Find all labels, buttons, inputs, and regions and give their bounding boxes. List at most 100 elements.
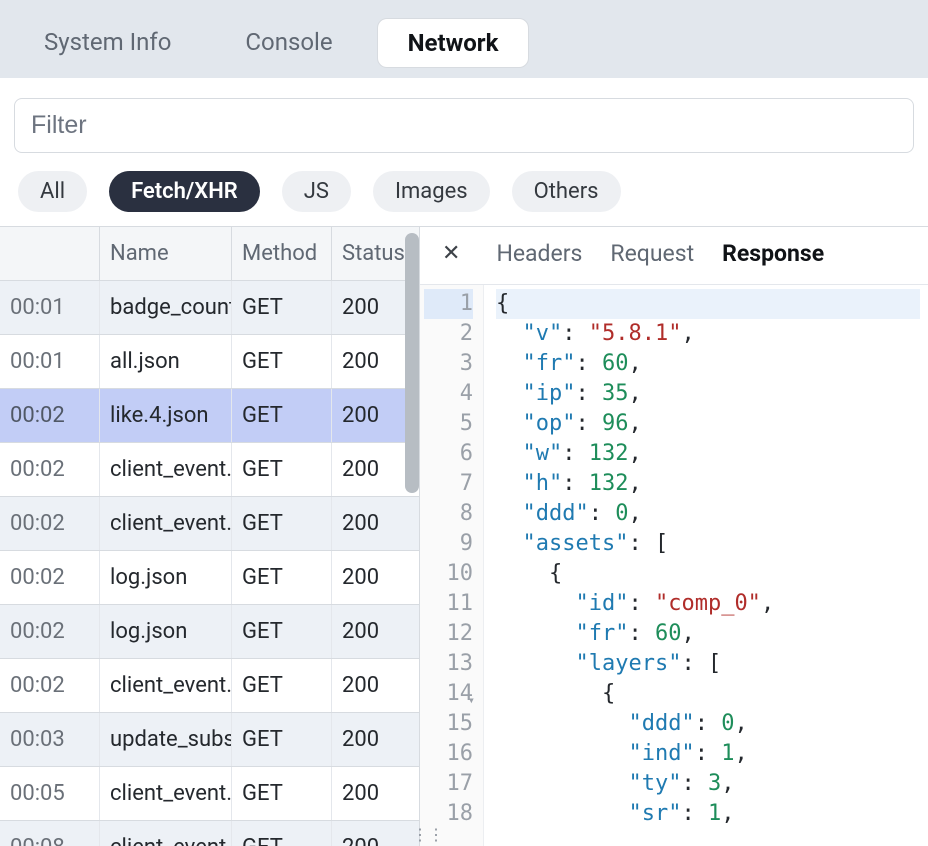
code-line: { <box>496 559 920 589</box>
devtools-window: System Info Console Network All Fetch/XHR JS… <box>0 0 928 846</box>
code-line: { <box>496 289 920 319</box>
cell-method: GET <box>232 281 332 334</box>
close-icon[interactable]: ✕ <box>434 239 468 268</box>
cell-status: 200 <box>332 497 419 550</box>
code-line: "ind": 1, <box>496 739 920 769</box>
col-name[interactable]: Name <box>100 227 232 280</box>
code-line: "ddd": 0, <box>496 499 920 529</box>
cell-time: 00:02 <box>0 605 100 658</box>
cell-method: GET <box>232 335 332 388</box>
cell-time: 00:01 <box>0 335 100 388</box>
line-number: 10 <box>424 559 473 589</box>
code-line: "sr": 1, <box>496 799 920 829</box>
request-table-header: Name Method Status <box>0 227 419 280</box>
cell-time: 00:02 <box>0 389 100 442</box>
filter-pill-others[interactable]: Others <box>512 171 621 212</box>
cell-status: 200 <box>332 767 419 820</box>
table-row[interactable]: 00:01all.jsonGET200 <box>0 334 419 388</box>
cell-time: 00:02 <box>0 497 100 550</box>
code-line: "ty": 3, <box>496 769 920 799</box>
tab-network[interactable]: Network <box>377 18 530 68</box>
line-gutter: 1234567891011121314▾15161718 <box>420 285 484 846</box>
code-line: "id": "comp_0", <box>496 589 920 619</box>
response-body: 1234567891011121314▾15161718 { "v": "5.8… <box>420 285 928 846</box>
content-split: Name Method Status 00:01badge_countGET20… <box>0 226 928 846</box>
tab-system-info[interactable]: System Info <box>14 18 201 68</box>
table-row[interactable]: 00:02client_event.GET200 <box>0 442 419 496</box>
line-number: 3 <box>424 349 473 379</box>
table-row[interactable]: 00:02client_event.GET200 <box>0 496 419 550</box>
cell-method: GET <box>232 821 332 846</box>
line-number: 14▾ <box>424 679 473 709</box>
filter-pill-images[interactable]: Images <box>373 171 490 212</box>
main-tabs-bar: System Info Console Network <box>0 0 928 78</box>
cell-name: client_event. <box>100 497 232 550</box>
code-line: "v": "5.8.1", <box>496 319 920 349</box>
cell-name: update_subs <box>100 713 232 766</box>
type-filter-bar: All Fetch/XHR JS Images Others <box>0 163 928 226</box>
request-list-pane: Name Method Status 00:01badge_countGET20… <box>0 227 420 846</box>
line-number: 17 <box>424 769 473 799</box>
line-number: 7 <box>424 469 473 499</box>
cell-time: 00:02 <box>0 659 100 712</box>
cell-method: GET <box>232 605 332 658</box>
col-time[interactable] <box>0 227 100 280</box>
cell-status: 200 <box>332 605 419 658</box>
table-row[interactable]: 00:08client_event.GET200 <box>0 820 419 846</box>
line-number: 4 <box>424 379 473 409</box>
table-row[interactable]: 00:02log.jsonGET200 <box>0 550 419 604</box>
line-number: 2 <box>424 319 473 349</box>
col-method[interactable]: Method <box>232 227 332 280</box>
detail-tab-headers[interactable]: Headers <box>496 240 582 267</box>
line-number: 13 <box>424 649 473 679</box>
cell-name: client_event. <box>100 821 232 846</box>
table-row[interactable]: 00:02log.jsonGET200 <box>0 604 419 658</box>
cell-name: badge_count <box>100 281 232 334</box>
table-row[interactable]: 00:02client_event.GET200 <box>0 658 419 712</box>
code-content[interactable]: { "v": "5.8.1", "fr": 60, "ip": 35, "op"… <box>484 285 928 846</box>
detail-tabs-bar: ✕ Headers Request Response <box>420 227 928 285</box>
filter-wrap <box>0 78 928 163</box>
cell-method: GET <box>232 767 332 820</box>
cell-method: GET <box>232 713 332 766</box>
table-row[interactable]: 00:01badge_countGET200 <box>0 280 419 334</box>
cell-name: client_event. <box>100 767 232 820</box>
cell-name: log.json <box>100 551 232 604</box>
filter-pill-fetch-xhr[interactable]: Fetch/XHR <box>109 171 260 212</box>
code-line: "ip": 35, <box>496 379 920 409</box>
vertical-scrollbar[interactable] <box>405 233 419 493</box>
cell-name: client_event. <box>100 443 232 496</box>
code-line: "layers": [ <box>496 649 920 679</box>
cell-time: 00:05 <box>0 767 100 820</box>
request-table-body: 00:01badge_countGET20000:01all.jsonGET20… <box>0 280 419 846</box>
cell-time: 00:08 <box>0 821 100 846</box>
code-line: "op": 96, <box>496 409 920 439</box>
cell-status: 200 <box>332 713 419 766</box>
code-line: "fr": 60, <box>496 619 920 649</box>
table-row[interactable]: 00:02like.4.jsonGET200 <box>0 388 419 442</box>
cell-status: 200 <box>332 551 419 604</box>
filter-pill-js[interactable]: JS <box>282 171 351 212</box>
table-row[interactable]: 00:05client_event.GET200 <box>0 766 419 820</box>
tab-console[interactable]: Console <box>215 18 362 68</box>
code-line: "ddd": 0, <box>496 709 920 739</box>
filter-input[interactable] <box>14 98 914 153</box>
detail-tab-request[interactable]: Request <box>610 240 694 267</box>
cell-name: client_event. <box>100 659 232 712</box>
line-number: 5 <box>424 409 473 439</box>
table-row[interactable]: 00:03update_subsGET200 <box>0 712 419 766</box>
cell-time: 00:01 <box>0 281 100 334</box>
cell-name: like.4.json <box>100 389 232 442</box>
cell-name: all.json <box>100 335 232 388</box>
detail-tab-response[interactable]: Response <box>722 240 824 267</box>
cell-status: 200 <box>332 659 419 712</box>
filter-pill-all[interactable]: All <box>18 171 87 212</box>
cell-time: 00:02 <box>0 443 100 496</box>
cell-time: 00:02 <box>0 551 100 604</box>
detail-pane: ⋮⋮ ✕ HeadersRequestResponse 123456789101… <box>420 227 928 846</box>
cell-method: GET <box>232 551 332 604</box>
line-number: 1 <box>424 289 473 319</box>
line-number: 15 <box>424 709 473 739</box>
code-line: "h": 132, <box>496 469 920 499</box>
cell-method: GET <box>232 659 332 712</box>
